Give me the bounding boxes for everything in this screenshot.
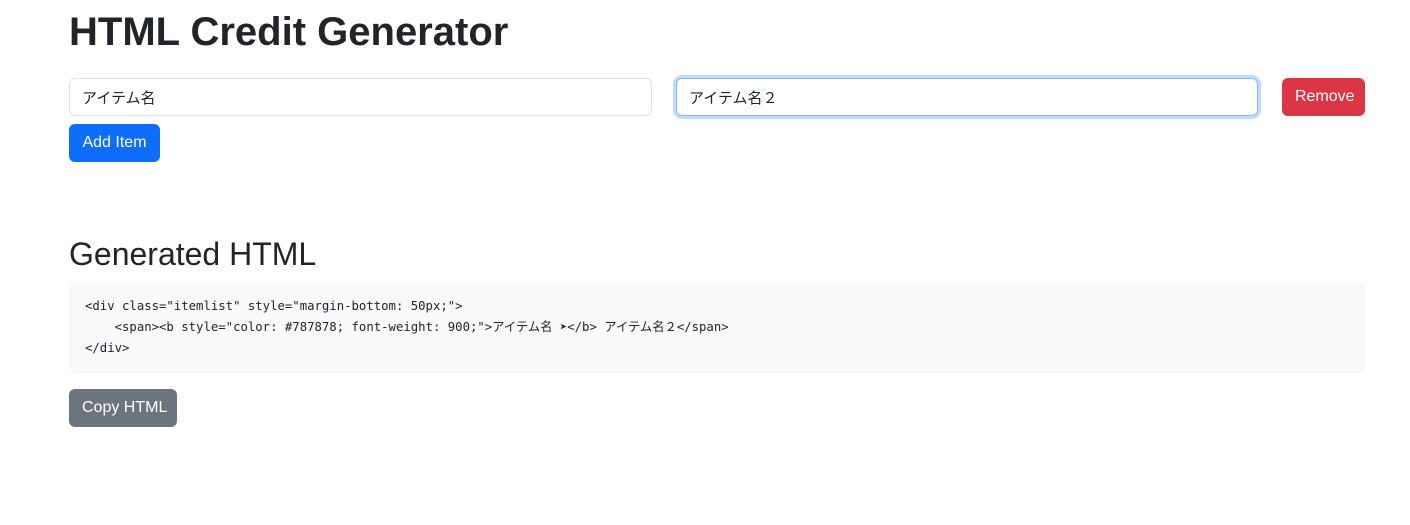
- code-line: <span><b style="color: #787878; font-wei…: [85, 320, 729, 334]
- remove-item-button[interactable]: Remove: [1282, 78, 1365, 116]
- page-container: HTML Credit Generator Remove Add Item Ge…: [0, 0, 1410, 525]
- page-title: HTML Credit Generator: [69, 10, 509, 54]
- item-name-input-2[interactable]: [676, 78, 1258, 116]
- generated-html-code: <div class="itemlist" style="margin-bott…: [69, 281, 1365, 373]
- item-name-input-1[interactable]: [69, 78, 652, 116]
- code-line: <div class="itemlist" style="margin-bott…: [85, 299, 463, 313]
- generated-html-heading: Generated HTML: [69, 236, 317, 272]
- add-item-button[interactable]: Add Item: [69, 124, 160, 162]
- copy-html-button[interactable]: Copy HTML: [69, 389, 177, 427]
- code-line: </div>: [85, 341, 130, 355]
